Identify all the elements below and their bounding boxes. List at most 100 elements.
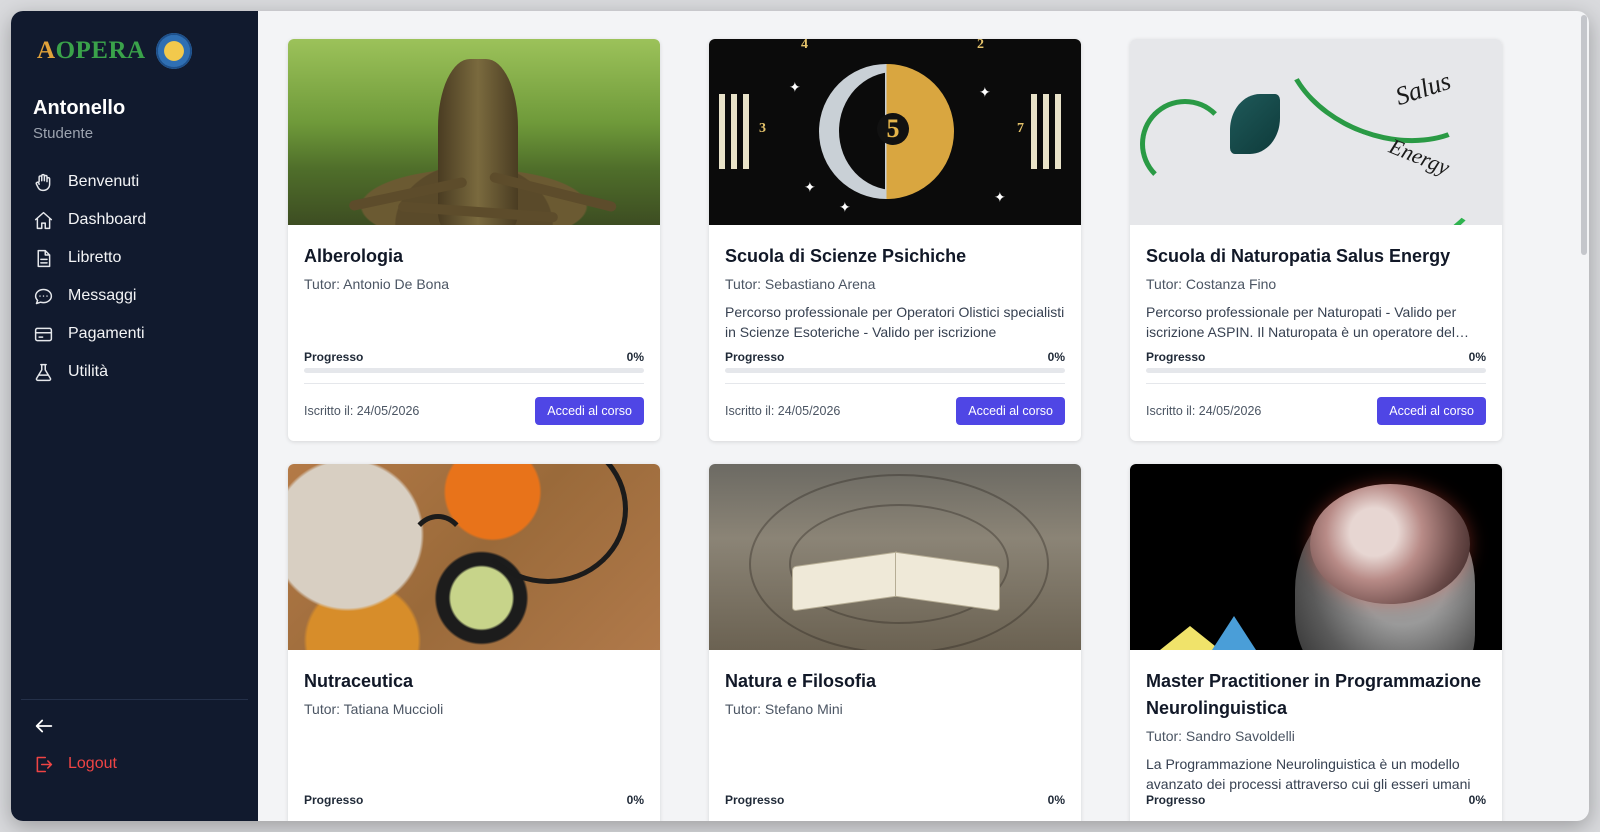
enrolled-date: Iscritto il: 24/05/2026 [304, 404, 420, 418]
progress-row: Progresso 0% [725, 793, 1065, 807]
course-title: Nutraceutica [304, 671, 414, 691]
flask-icon [35, 363, 52, 381]
progress-row: Progresso 0% [304, 793, 644, 807]
course-card: Master Practitioner in Programmazione Ne… [1130, 464, 1502, 821]
progress-label: Progresso [1146, 793, 1206, 807]
course-image [288, 39, 660, 225]
progress-label: Progresso [725, 793, 785, 807]
course-title: Scuola di Naturopatia Salus Energy [1146, 246, 1451, 266]
course-description: Percorso professionale per Operatori Oli… [725, 304, 1065, 340]
card-body: Alberologia Tutor: Antonio De Bona Progr… [288, 225, 660, 441]
enrolled-date: Iscritto il: 24/05/2026 [1146, 404, 1262, 418]
course-tutor: Tutor: Sandro Savoldelli [1146, 728, 1295, 744]
user-info: Antonello Studente [33, 97, 125, 142]
card-divider [1146, 383, 1486, 384]
main-content: Alberologia Tutor: Antonio De Bona Progr… [258, 11, 1589, 821]
progress-label: Progresso [304, 350, 364, 364]
course-card: Nutraceutica Tutor: Tatiana Muccioli Pro… [288, 464, 660, 821]
course-tutor: Tutor: Costanza Fino [1146, 276, 1277, 292]
card-body: Natura e Filosofia Tutor: Stefano Mini P… [709, 650, 1081, 821]
access-course-button[interactable]: Accedi al corso [535, 397, 644, 425]
sidebar-item-pagamenti[interactable]: Pagamenti [33, 315, 238, 353]
sidebar-item-benvenuti[interactable]: Benvenuti [33, 163, 238, 201]
course-card: Alberologia Tutor: Antonio De Bona Progr… [288, 39, 660, 441]
sidebar-nav: Benvenuti Dashboard Libretto Messaggi Pa… [33, 163, 238, 391]
access-course-button[interactable]: Accedi al corso [956, 397, 1065, 425]
progress-label: Progresso [725, 350, 785, 364]
scrollbar[interactable] [1581, 15, 1587, 255]
card-body: Nutraceutica Tutor: Tatiana Muccioli Pro… [288, 650, 660, 821]
sidebar-item-label: Utilità [68, 363, 109, 380]
course-grid: Alberologia Tutor: Antonio De Bona Progr… [288, 39, 1502, 821]
progress-row: Progresso 0% [1146, 793, 1486, 807]
progress-value: 0% [1468, 793, 1486, 807]
progress-row: Progresso 0% [725, 350, 1065, 364]
course-image [288, 464, 660, 650]
access-course-button[interactable]: Accedi al corso [1377, 397, 1486, 425]
course-tutor: Tutor: Sebastiano Arena [725, 276, 876, 292]
course-image: Salus Energy [1130, 39, 1502, 225]
card-body: Scuola di Scienze Psichiche Tutor: Sebas… [709, 225, 1081, 441]
progress-bar [304, 368, 644, 373]
course-description: La Programmazione Neurolinguistica è un … [1146, 756, 1471, 792]
progress-row: Progresso 0% [304, 350, 644, 364]
course-image [1130, 464, 1502, 650]
chat-icon [34, 288, 53, 304]
logo: AOPERA [37, 33, 192, 69]
card-divider [304, 383, 644, 384]
sidebar-item-libretto[interactable]: Libretto [33, 239, 238, 277]
card-footer: Iscritto il: 24/05/2026 Accedi al corso [304, 397, 644, 425]
course-tutor: Tutor: Stefano Mini [725, 701, 843, 717]
logo-text: AOPERA [37, 37, 146, 64]
progress-label: Progresso [1146, 350, 1206, 364]
logout-icon [36, 756, 53, 772]
home-icon [34, 211, 53, 229]
course-tutor: Tutor: Antonio De Bona [304, 276, 450, 292]
sidebar-item-utilita[interactable]: Utilità [33, 353, 238, 391]
course-image [709, 464, 1081, 650]
progress-value: 0% [1047, 350, 1065, 364]
card-divider [725, 383, 1065, 384]
course-description: Percorso professionale per Naturopati - … [1146, 304, 1457, 340]
credit-card-icon [34, 327, 53, 341]
course-image: 5 ✦ ✦ ✦ ✦ ✦ 3 7 4 2 [709, 39, 1081, 225]
course-title: Alberologia [304, 246, 404, 266]
progress-bar [1146, 368, 1486, 373]
sidebar-item-label: Pagamenti [68, 325, 145, 342]
course-title: Scuola di Scienze Psichiche [725, 246, 967, 266]
logout-label: Logout [68, 755, 117, 772]
collapse-sidebar-button[interactable] [33, 715, 55, 737]
sidebar-item-label: Libretto [68, 249, 122, 266]
card-body: Scuola di Naturopatia Salus Energy Tutor… [1130, 225, 1502, 441]
course-title: Natura e Filosofia [725, 671, 877, 691]
course-title: Master Practitioner in Programmazione Ne… [1146, 671, 1482, 718]
progress-value: 0% [626, 793, 644, 807]
course-card: Natura e Filosofia Tutor: Stefano Mini P… [709, 464, 1081, 821]
card-footer: Iscritto il: 24/05/2026 Accedi al corso [1146, 397, 1486, 425]
sidebar-item-label: Benvenuti [68, 173, 140, 190]
course-card: 5 ✦ ✦ ✦ ✦ ✦ 3 7 4 2 Scuola di Scienze Ps… [709, 39, 1081, 441]
image-number: 5 [877, 113, 909, 145]
logo-emblem-icon [155, 33, 192, 69]
card-footer: Iscritto il: 24/05/2026 Accedi al corso [725, 397, 1065, 425]
logout-button[interactable]: Logout [33, 751, 117, 777]
course-card: Salus Energy Scuola di Naturopatia Salus… [1130, 39, 1502, 441]
sidebar-divider [21, 699, 248, 700]
user-name: Antonello [33, 97, 126, 119]
sidebar-item-messaggi[interactable]: Messaggi [33, 277, 238, 315]
app-window: AOPERA Antonello Studente Benvenuti Dash… [11, 11, 1589, 821]
progress-value: 0% [626, 350, 644, 364]
document-icon [37, 249, 51, 267]
user-role: Studente [33, 125, 94, 142]
course-tutor: Tutor: Tatiana Muccioli [304, 701, 444, 717]
progress-value: 0% [1468, 350, 1486, 364]
progress-bar [725, 368, 1065, 373]
arrow-left-icon [35, 719, 53, 733]
progress-value: 0% [1047, 793, 1065, 807]
sidebar-item-label: Messaggi [68, 287, 137, 304]
progress-row: Progresso 0% [1146, 350, 1486, 364]
enrolled-date: Iscritto il: 24/05/2026 [725, 404, 841, 418]
sidebar: AOPERA Antonello Studente Benvenuti Dash… [11, 11, 258, 821]
sidebar-item-dashboard[interactable]: Dashboard [33, 201, 238, 239]
sidebar-item-label: Dashboard [68, 211, 147, 228]
